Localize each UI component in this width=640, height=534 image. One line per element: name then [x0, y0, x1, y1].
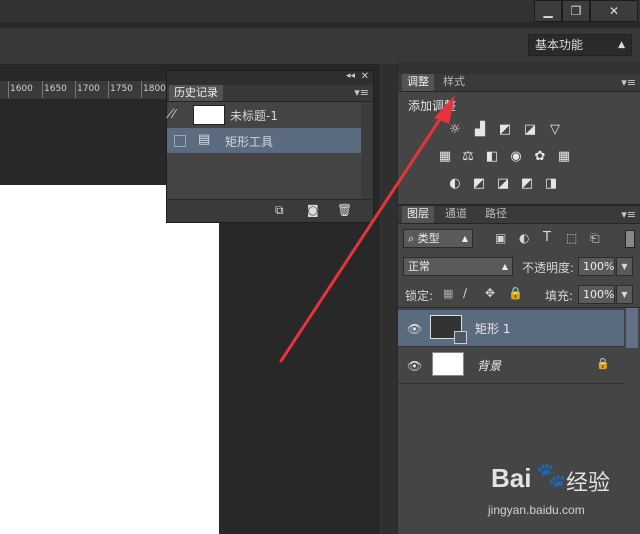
watermark-suffix: 经验 [566, 471, 611, 496]
annotation-arrow [279, 95, 455, 363]
baidu-watermark: Bai 🐾 经验 jingyan.baidu.com [466, 457, 638, 527]
paw-logo-icon: 🐾 [536, 461, 566, 489]
watermark-brand: Bai [491, 463, 532, 493]
watermark-url: jingyan.baidu.com [488, 503, 585, 517]
